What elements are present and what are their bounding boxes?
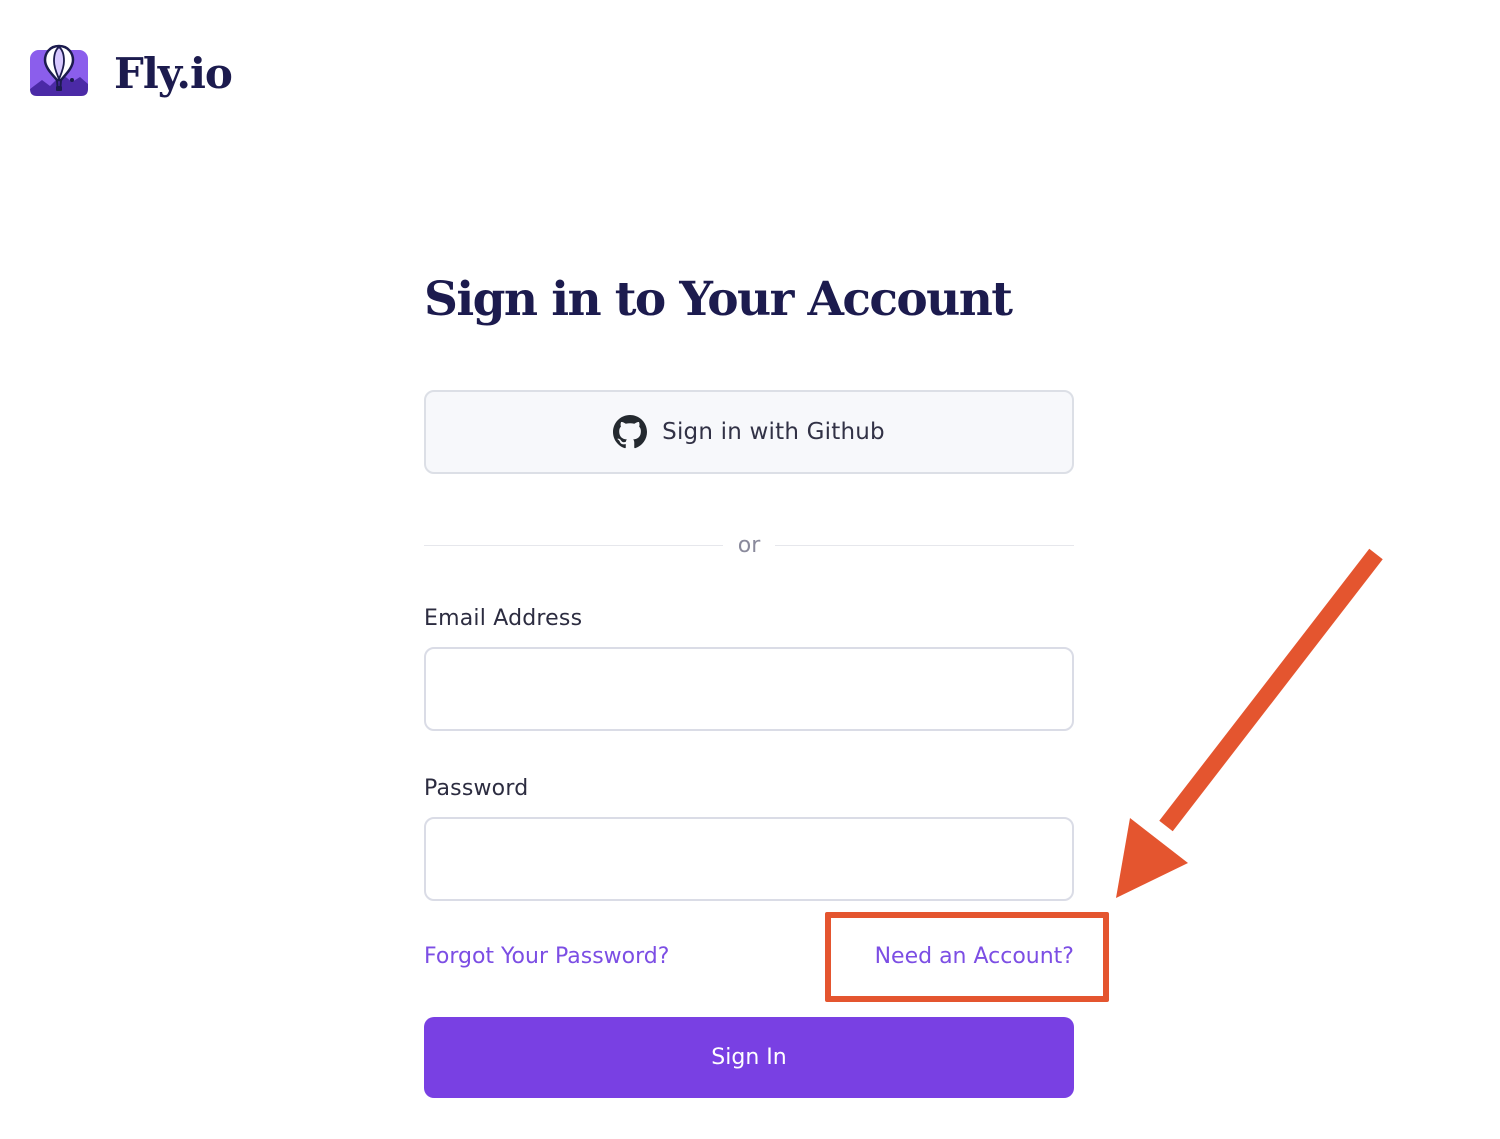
email-label: Email Address — [424, 606, 583, 631]
brand-name: Fly.io — [114, 49, 233, 98]
divider-line-right — [775, 544, 1075, 546]
github-icon — [613, 415, 648, 449]
divider-line-left — [424, 544, 723, 546]
password-field[interactable] — [424, 817, 1074, 901]
divider-text: or — [737, 532, 761, 558]
hot-air-balloon-logo-icon — [30, 44, 88, 96]
or-divider: or — [424, 530, 1075, 560]
github-button-label: Sign in with Github — [662, 419, 885, 445]
github-signin-button[interactable]: Sign in with Github — [424, 390, 1074, 474]
signin-page: Fly.io Sign in to Your Account Sign in w… — [0, 0, 1500, 1139]
email-field[interactable] — [424, 647, 1074, 731]
password-label: Password — [424, 776, 529, 801]
brand-header[interactable]: Fly.io — [28, 44, 233, 102]
page-title: Sign in to Your Account — [424, 272, 1013, 327]
signin-submit-button[interactable]: Sign In — [424, 1017, 1074, 1098]
annotation-highlight-box — [825, 912, 1109, 1002]
forgot-password-link[interactable]: Forgot Your Password? — [424, 944, 669, 969]
arrow-pointer-icon — [1116, 548, 1383, 898]
